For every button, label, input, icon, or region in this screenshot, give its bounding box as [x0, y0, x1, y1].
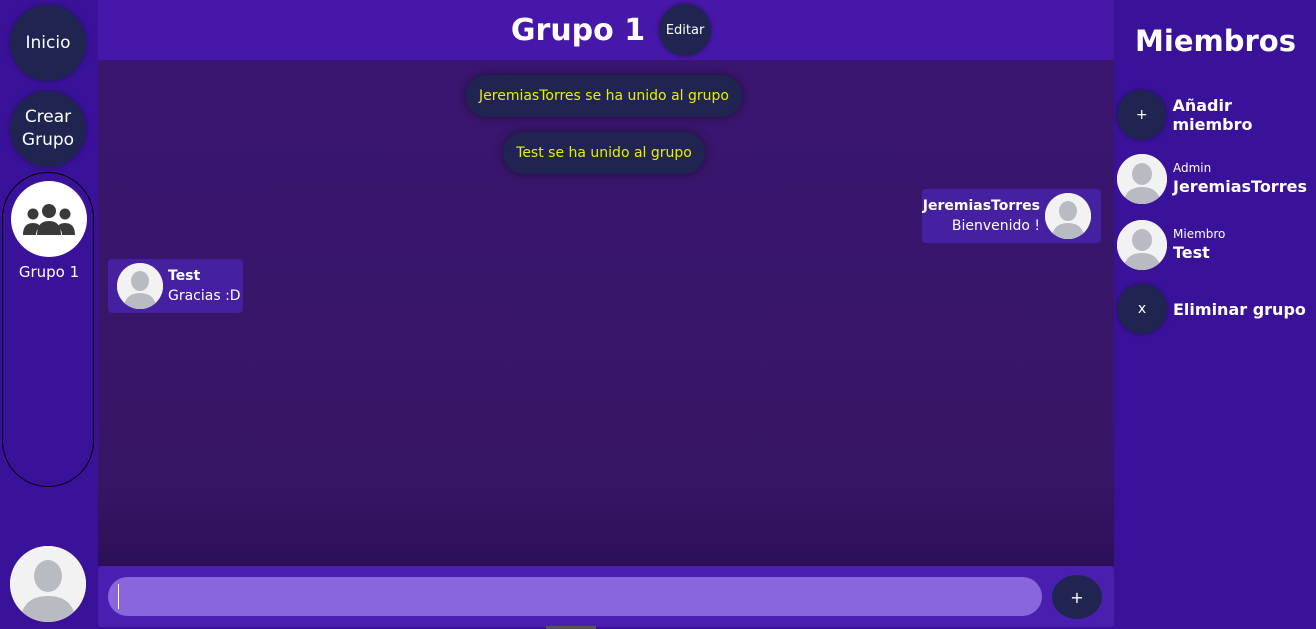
member-avatar: [1117, 220, 1167, 270]
member-info: Admin JeremiasTorres: [1173, 160, 1307, 198]
add-member-label: Añadir miembro: [1172, 96, 1253, 134]
create-group-button[interactable]: Crear Grupo: [10, 91, 86, 167]
user-icon: [1117, 220, 1167, 270]
members-panel: Miembros + Añadir miembro Admin Jeremias…: [1115, 0, 1316, 629]
group-avatar[interactable]: [11, 181, 87, 257]
members-title: Miembros: [1135, 24, 1296, 58]
message-text: Gracias :D: [168, 287, 241, 304]
message-input[interactable]: [108, 577, 1042, 616]
sender-avatar: [117, 263, 163, 309]
delete-group-label: Eliminar grupo: [1173, 299, 1306, 319]
message-sender: Test: [168, 267, 201, 284]
group-label: Grupo 1: [18, 263, 80, 281]
chat-messages[interactable]: JeremiasTorres se ha unido al grupo Test…: [98, 60, 1114, 566]
member-role: Miembro: [1173, 227, 1226, 241]
chat-title: Grupo 1: [510, 12, 646, 48]
message-text: Bienvenido !: [951, 217, 1040, 234]
user-avatar[interactable]: [10, 546, 86, 622]
delete-group-button[interactable]: x: [1117, 284, 1167, 334]
delete-group-row[interactable]: x Eliminar grupo: [1117, 284, 1306, 334]
system-message-text: Test se ha unido al grupo: [516, 145, 692, 161]
member-item[interactable]: Admin JeremiasTorres: [1117, 154, 1307, 204]
add-member-button[interactable]: +: [1117, 90, 1167, 140]
member-item[interactable]: Miembro Test: [1117, 220, 1225, 270]
member-name: Test: [1173, 243, 1210, 262]
add-member-row[interactable]: + Añadir miembro: [1117, 90, 1316, 140]
user-icon: [1117, 154, 1167, 204]
user-icon: [10, 546, 86, 622]
send-button[interactable]: +: [1052, 575, 1102, 619]
plus-icon: +: [1135, 107, 1148, 123]
create-group-label: Crear Grupo: [21, 107, 75, 150]
home-button-label: Inicio: [25, 32, 71, 53]
message-bubble: JeremiasTorres Bienvenido !: [922, 189, 1101, 243]
user-icon: [1045, 193, 1091, 239]
group-list: Grupo 1: [2, 172, 94, 487]
user-icon: [117, 263, 163, 309]
group-item[interactable]: Grupo 1: [11, 181, 87, 281]
edit-button-label: Editar: [665, 22, 705, 38]
message-content: JeremiasTorres Bienvenido !: [923, 196, 1040, 237]
edit-button[interactable]: Editar: [659, 4, 712, 56]
chat-input-bar: +: [98, 566, 1114, 627]
system-message-text: JeremiasTorres se ha unido al grupo: [479, 88, 729, 104]
member-info: Miembro Test: [1173, 226, 1225, 264]
chat-header: Grupo 1 Editar: [98, 0, 1114, 60]
home-button[interactable]: Inicio: [10, 5, 86, 81]
system-message: Test se ha unido al grupo: [503, 132, 705, 174]
close-icon: x: [1137, 301, 1147, 317]
text-cursor: [118, 584, 119, 609]
left-sidebar: Inicio Crear Grupo Grupo 1: [0, 0, 97, 629]
sender-avatar: [1045, 193, 1091, 239]
member-name: JeremiasTorres: [1173, 177, 1307, 196]
system-message: JeremiasTorres se ha unido al grupo: [466, 75, 742, 117]
message-content: Test Gracias :D: [168, 266, 241, 307]
message-sender: JeremiasTorres: [922, 197, 1040, 214]
message-bubble: Test Gracias :D: [108, 259, 243, 313]
member-avatar: [1117, 154, 1167, 204]
member-role: Admin: [1173, 161, 1212, 175]
chat-area: Grupo 1 Editar JeremiasTorres se ha unid…: [98, 0, 1114, 629]
plus-icon: +: [1070, 587, 1084, 607]
users-icon: [23, 204, 75, 235]
